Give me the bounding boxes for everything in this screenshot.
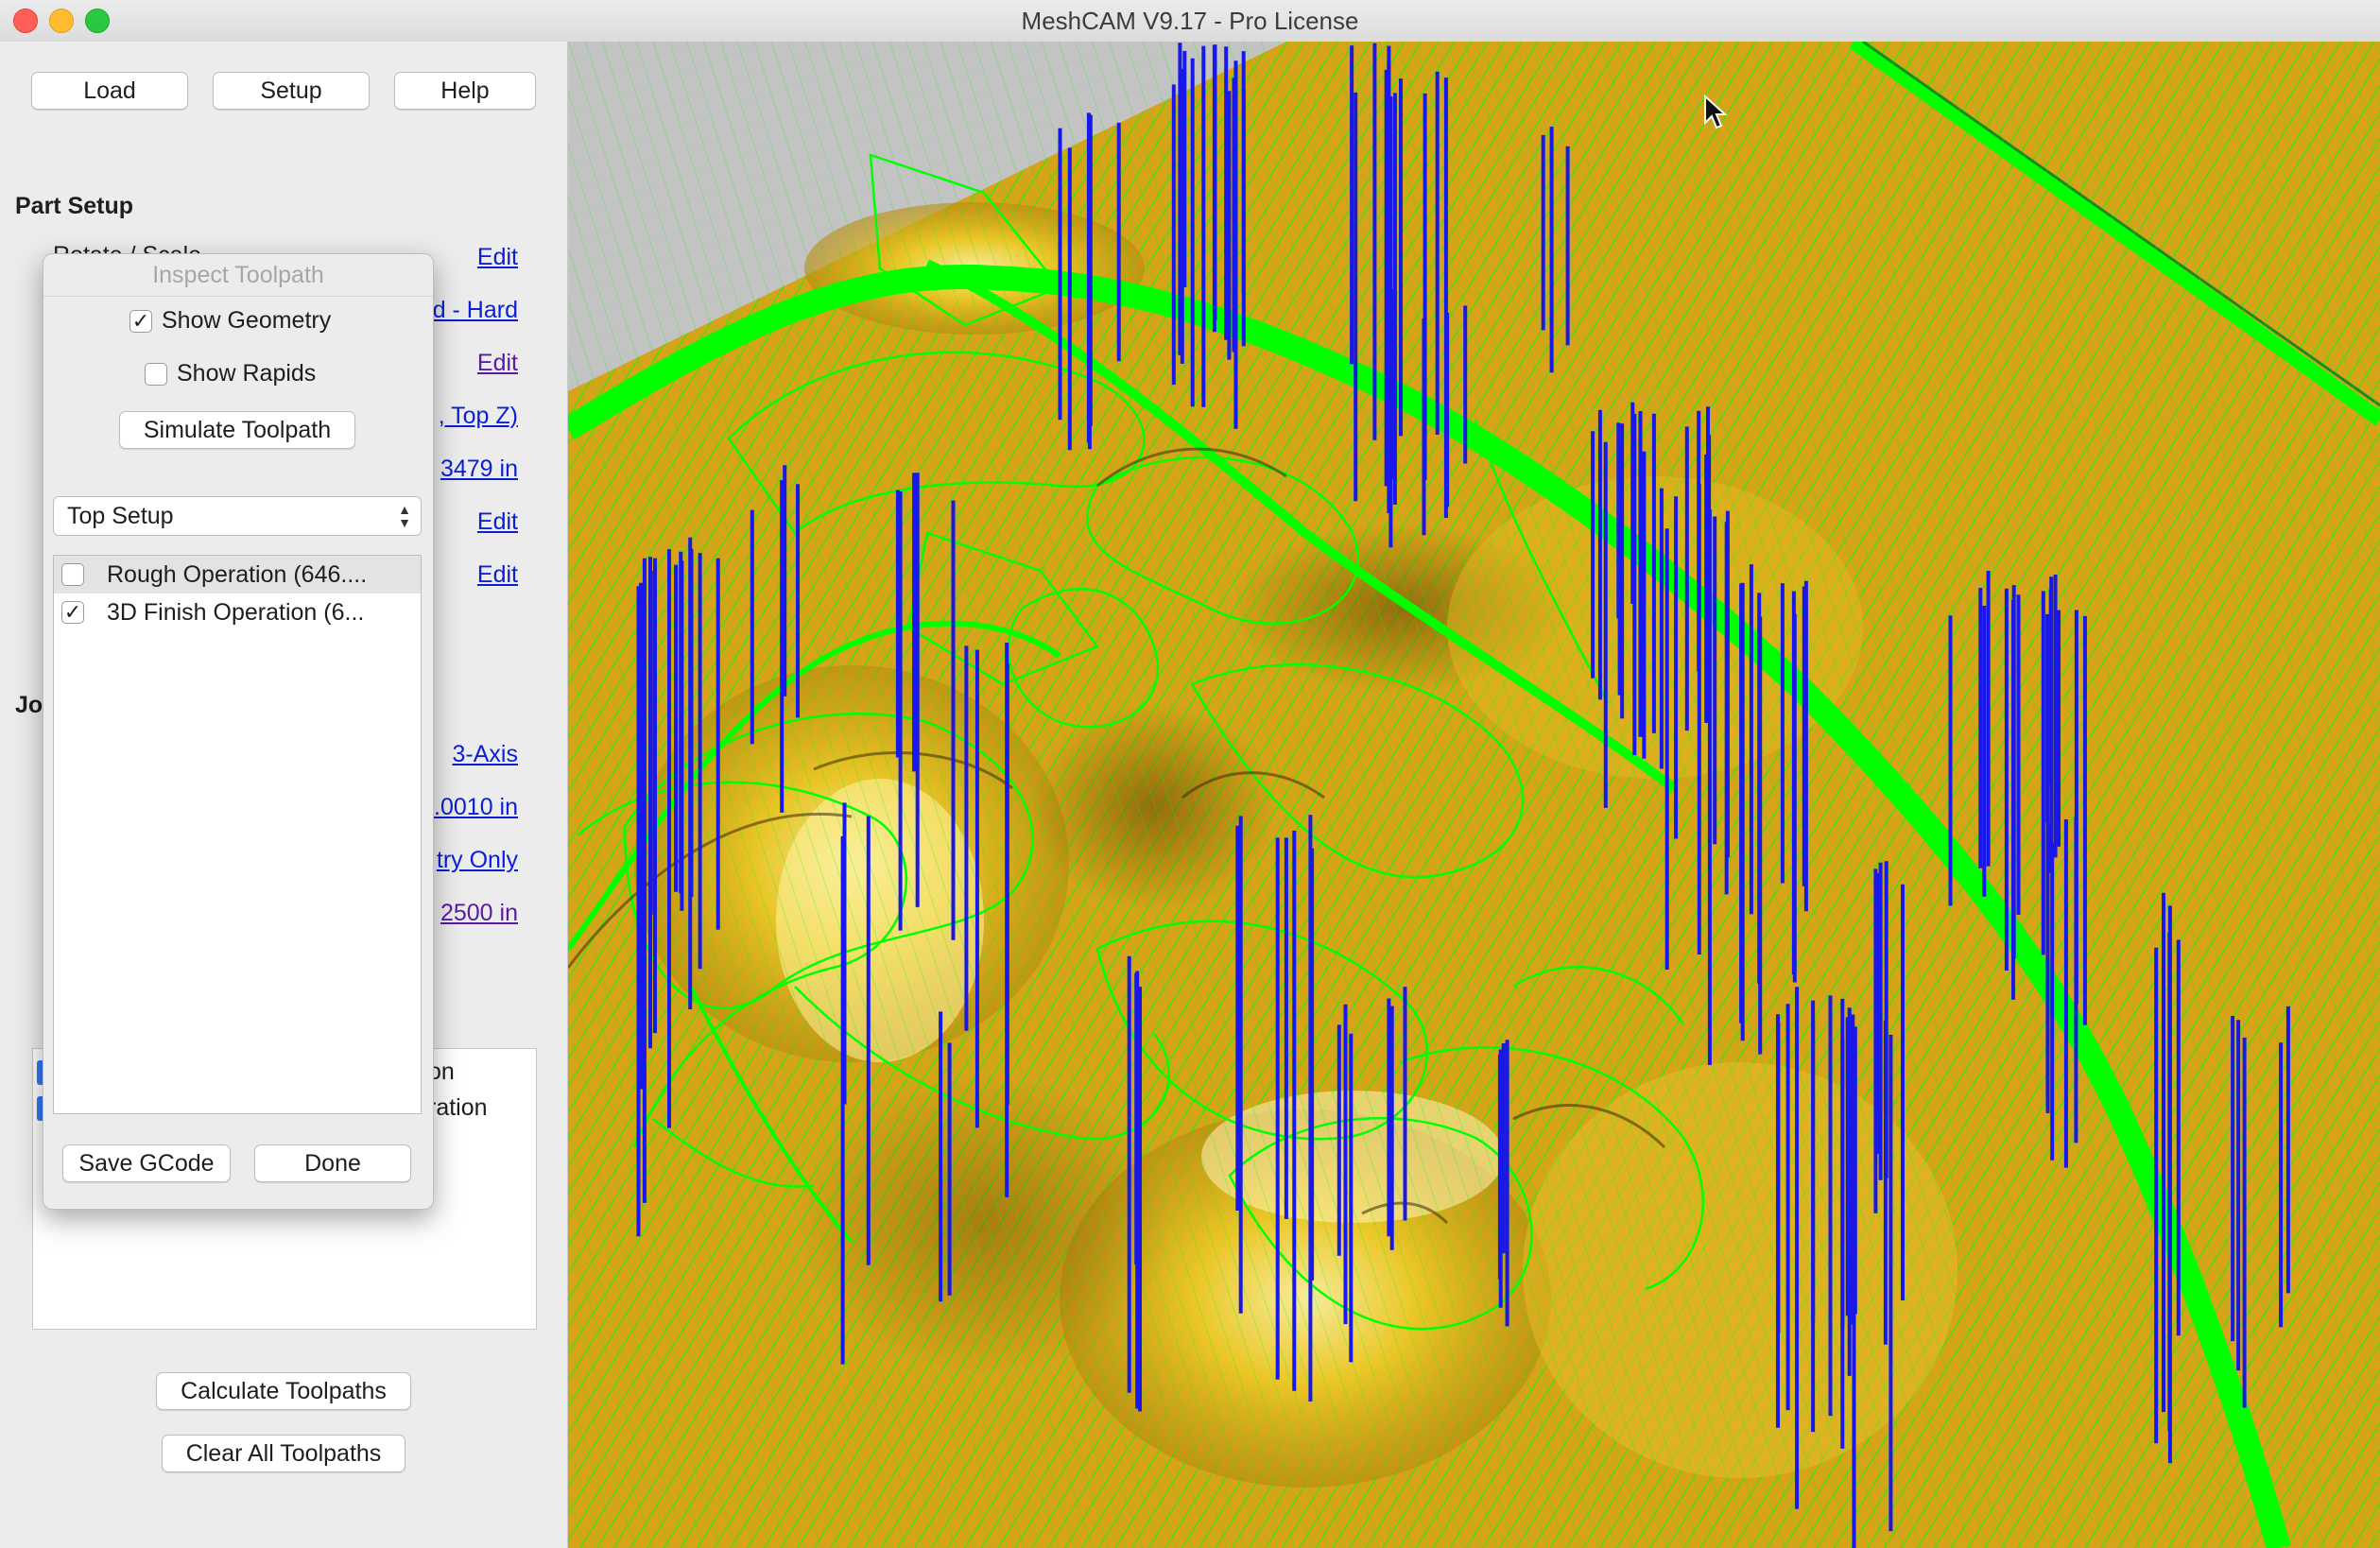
part-setup-heading: Part Setup: [15, 193, 134, 219]
3d-viewport[interactable]: [568, 42, 2380, 1548]
region-edit-link[interactable]: Edit: [477, 508, 518, 536]
operation-label: 3D Finish Operation (6...: [107, 598, 365, 626]
operation-label: ration: [428, 1094, 488, 1121]
setup-select-value: Top Setup: [67, 502, 174, 529]
done-button[interactable]: Done: [254, 1144, 411, 1182]
job-heading: Jo: [15, 692, 43, 718]
help-button[interactable]: Help: [394, 72, 536, 110]
operation-list[interactable]: Rough Operation (646.... ✓ 3D Finish Ope…: [53, 555, 422, 1114]
tolerance-link[interactable]: .0010 in: [434, 794, 518, 821]
dialog-title: Inspect Toolpath: [43, 254, 433, 297]
title-bar: MeshCAM V9.17 - Pro License: [0, 0, 2380, 43]
operation-row-rough[interactable]: Rough Operation (646....: [54, 556, 421, 593]
checkmark-icon[interactable]: ✓: [129, 309, 152, 333]
rotate-edit-link[interactable]: Edit: [477, 244, 518, 271]
chevron-updown-icon: ▲ ▼: [398, 502, 411, 530]
toolpath-render: [568, 42, 2380, 1548]
origin-link[interactable]: , Top Z): [439, 403, 518, 430]
stock-edit-link[interactable]: Edit: [477, 350, 518, 377]
calculate-toolpaths-button[interactable]: Calculate Toolpaths: [156, 1372, 411, 1410]
machine-type-link[interactable]: 3-Axis: [453, 741, 518, 768]
show-geometry-checkbox[interactable]: ✓ Show Geometry: [129, 307, 331, 335]
save-gcode-button[interactable]: Save GCode: [62, 1144, 231, 1182]
clear-all-toolpaths-button[interactable]: Clear All Toolpaths: [162, 1435, 405, 1472]
checkbox-icon[interactable]: [145, 362, 167, 386]
geometry-only-link[interactable]: try Only: [437, 847, 518, 874]
show-rapids-label: Show Rapids: [177, 360, 317, 387]
show-geometry-label: Show Geometry: [162, 307, 332, 334]
window-title: MeshCAM V9.17 - Pro License: [1021, 7, 1359, 35]
depth-link[interactable]: 3479 in: [440, 456, 518, 483]
checkmark-icon[interactable]: ✓: [61, 601, 84, 624]
checkbox-icon[interactable]: [61, 563, 84, 586]
offset-link[interactable]: 2500 in: [440, 900, 518, 927]
material-link[interactable]: d - Hard: [433, 297, 518, 324]
load-button[interactable]: Load: [31, 72, 188, 110]
operation-label: Rough Operation (646....: [107, 560, 368, 588]
operation-row-finish[interactable]: ✓ 3D Finish Operation (6...: [54, 593, 421, 631]
show-rapids-checkbox[interactable]: Show Rapids: [145, 360, 316, 387]
setup-button[interactable]: Setup: [213, 72, 370, 110]
secondary-toolpath-hatch: [568, 42, 2380, 1548]
inspect-toolpath-dialog: Inspect Toolpath ✓ Show Geometry Show Ra…: [43, 253, 434, 1210]
holding-edit-link[interactable]: Edit: [477, 561, 518, 589]
simulate-toolpath-button[interactable]: Simulate Toolpath: [119, 411, 355, 449]
setup-select[interactable]: Top Setup ▲ ▼: [53, 496, 422, 536]
